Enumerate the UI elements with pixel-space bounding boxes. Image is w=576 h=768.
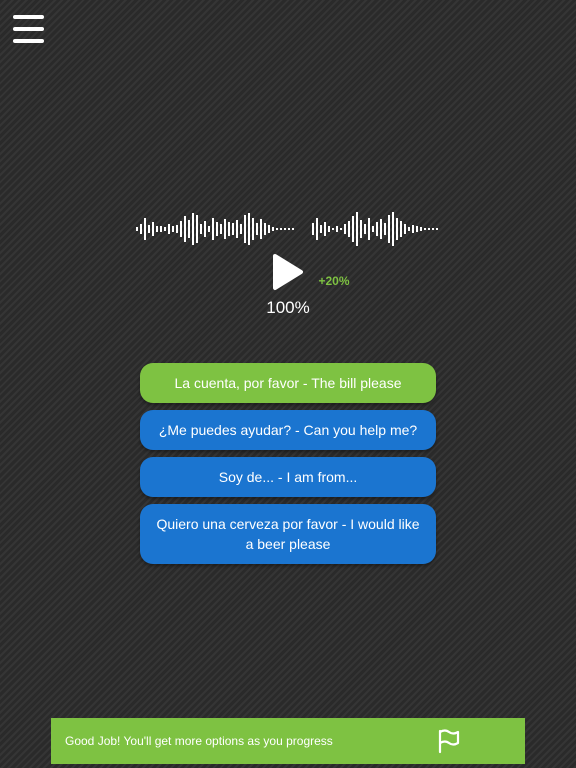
waveform-bar [144,218,146,240]
speed-boost-label[interactable]: +20% [312,274,356,288]
waveform-bar [212,218,214,240]
waveform-bar [240,224,242,234]
feedback-message: Good Job! You'll get more options as you… [65,734,333,748]
volume-label: 100% [266,298,310,317]
waveform-bar [208,226,210,232]
waveform-bar [280,228,282,230]
waveform-bar [220,224,222,234]
answer-option[interactable]: Soy de... - I am from... [140,457,436,497]
waveform-bar [408,227,410,231]
waveform-bar [424,228,426,230]
answer-option[interactable]: ¿Me puedes ayudar? - Can you help me? [140,410,436,450]
waveform-bar [136,227,138,231]
waveform-bar [172,226,174,232]
waveform-bar [228,222,230,236]
waveform-bar [328,226,330,232]
waveform-bar [400,221,402,237]
waveform-bar [188,220,190,238]
waveform-bar [336,226,338,232]
waveform-bar [432,228,434,230]
waveform-bar [244,215,246,243]
waveform-bar [436,228,438,230]
menu-bar [13,39,44,43]
waveform-bar [368,218,370,240]
waveform-bar [164,227,166,231]
waveform-bar [260,219,262,239]
waveform-bar [332,228,334,230]
waveform-bar [180,221,182,237]
waveform-bar [184,216,186,242]
waveform-bar [248,213,250,245]
waveform-bar [384,223,386,235]
waveform-bar [356,212,358,246]
waveform-bar [416,226,418,232]
waveform-bar [168,224,170,234]
answer-option[interactable]: La cuenta, por favor - The bill please [140,363,436,403]
waveform-bar [420,227,422,231]
waveform-bar [352,216,354,242]
waveform-bar [392,212,394,246]
waveform-bar [428,228,430,230]
audio-waveform [136,212,438,246]
waveform-bar [412,225,414,233]
waveform-bar [252,218,254,240]
menu-bar [13,15,44,19]
waveform-bar [140,224,142,234]
waveform-bar [396,218,398,240]
feedback-bar: Good Job! You'll get more options as you… [51,718,525,764]
waveform-bar [160,226,162,232]
waveform-bar [196,215,198,243]
waveform-bar [320,225,322,233]
waveform-bar [148,225,150,233]
waveform-bar [288,228,290,230]
waveform-bar [152,222,154,236]
waveform-bar [264,223,266,235]
waveform-bar [272,227,274,231]
waveform-bar [200,224,202,234]
waveform-bar [156,226,158,232]
waveform-bar [176,225,178,233]
waveform-bar [376,222,378,236]
waveform-bar [276,228,278,230]
waveform-bar [364,224,366,234]
waveform-bar [360,220,362,238]
waveform-bar [236,220,238,238]
flag-icon[interactable] [436,728,462,754]
waveform-bar [284,228,286,230]
menu-button[interactable] [13,15,44,43]
waveform-bar [312,223,314,235]
waveform-bar [344,224,346,234]
waveform-bar [404,224,406,234]
waveform-bar [340,228,342,230]
waveform-bar [348,221,350,237]
answer-options: La cuenta, por favor - The bill please ¿… [140,363,436,571]
waveform-bar [216,222,218,236]
waveform-bar [256,223,258,235]
waveform-bar [268,225,270,233]
menu-bar [13,27,44,31]
waveform-bar [292,228,294,230]
waveform-bar [192,213,194,245]
waveform-bar [204,221,206,237]
waveform-bar [224,219,226,239]
waveform-bar [380,219,382,239]
waveform-bar [316,218,318,240]
waveform-bar [372,226,374,232]
waveform-bar [388,215,390,243]
play-icon[interactable] [270,253,306,291]
waveform-bar [232,223,234,235]
answer-option[interactable]: Quiero una cerveza por favor - I would l… [140,504,436,564]
waveform-bar [324,222,326,236]
